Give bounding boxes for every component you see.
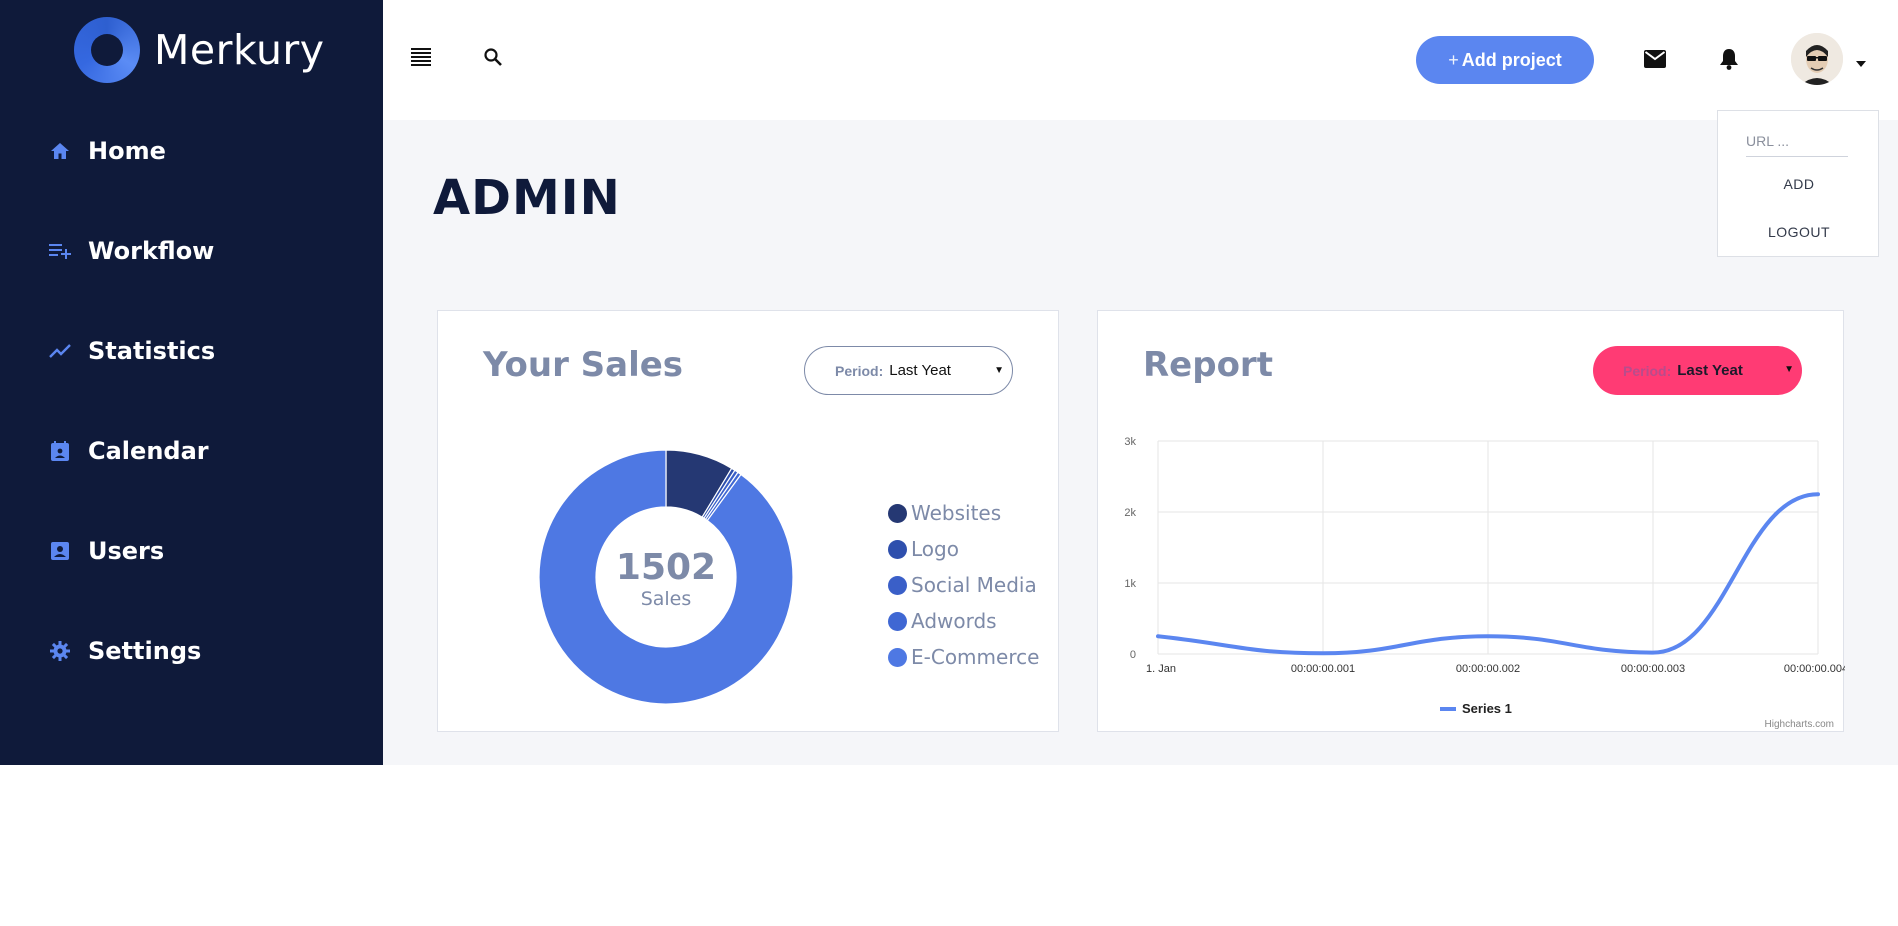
- legend-dot: [888, 539, 907, 559]
- donut-total-label: Sales: [640, 588, 692, 610]
- app-root: Merkury Home Workflow Statistics Calenda: [0, 0, 1898, 926]
- series-legend-swatch[interactable]: [1440, 707, 1456, 711]
- trending-up-icon: [49, 340, 71, 362]
- legend-item[interactable]: Websites: [888, 495, 1039, 531]
- page-title: ADMIN: [433, 170, 621, 226]
- legend-dot: [888, 575, 907, 595]
- caret-down-icon: ▼: [994, 365, 1004, 376]
- sidebar-item-statistics[interactable]: Statistics: [49, 331, 215, 371]
- logout-menu-item[interactable]: LOGOUT: [1718, 224, 1880, 240]
- legend-label: Websites: [911, 501, 1002, 525]
- series-legend-label[interactable]: Series 1: [1462, 701, 1512, 716]
- home-icon: [49, 140, 71, 162]
- main-content: ADMIN Your Sales Period: Last Yeat ▼ 150…: [383, 120, 1898, 765]
- sales-card: Your Sales Period: Last Yeat ▼ 1502 Sale…: [437, 310, 1059, 732]
- brand-logo[interactable]: Merkury: [74, 17, 325, 83]
- legend-item[interactable]: Adwords: [888, 603, 1039, 639]
- user-dropdown-menu: ADD LOGOUT: [1717, 110, 1879, 257]
- add-project-button[interactable]: + Add project: [1416, 36, 1594, 84]
- legend-dot: [888, 647, 907, 667]
- legend-dot: [888, 611, 907, 631]
- mail-icon[interactable]: [1644, 50, 1668, 70]
- sales-legend: Websites Logo Social Media Adwords E-Commerc…: [888, 495, 1039, 675]
- x-tick-label: 00:00:00.004: [1784, 663, 1845, 675]
- search-icon[interactable]: [483, 47, 505, 69]
- y-tick-label: 2k: [1124, 507, 1136, 519]
- sidebar-item-settings[interactable]: Settings: [49, 631, 201, 671]
- legend-item[interactable]: Logo: [888, 531, 1039, 567]
- sidebar-item-label: Calendar: [88, 437, 209, 465]
- y-tick-label: 0: [1130, 649, 1136, 661]
- add-menu-item[interactable]: ADD: [1718, 176, 1880, 192]
- legend-label: Social Media: [911, 573, 1037, 597]
- report-card: Report Period: Last Yeat ▼ 0 1k 2k 3k 1. Jan…: [1097, 310, 1845, 732]
- sidebar-item-label: Workflow: [88, 237, 215, 265]
- menu-icon[interactable]: [411, 47, 433, 69]
- account-box-icon: [49, 540, 71, 562]
- gear-icon: [49, 640, 71, 662]
- sales-card-title: Your Sales: [483, 345, 684, 385]
- chevron-down-icon[interactable]: [1855, 55, 1867, 67]
- legend-label: E-Commerce: [911, 645, 1040, 669]
- period-label: Period:: [835, 362, 884, 379]
- top-bar: + Add project: [383, 0, 1898, 120]
- sidebar-item-calendar[interactable]: Calendar: [49, 431, 209, 471]
- playlist-add-icon: [49, 240, 71, 262]
- legend-label: Adwords: [911, 609, 997, 633]
- sidebar-item-label: Settings: [88, 637, 202, 665]
- legend-item[interactable]: Social Media: [888, 567, 1039, 603]
- legend-item[interactable]: E-Commerce: [888, 639, 1039, 675]
- sidebar-item-users[interactable]: Users: [49, 531, 164, 571]
- sidebar-item-label: Home: [88, 137, 166, 165]
- report-line-chart: 0 1k 2k 3k 1. Jan 00:00:00.001 00:00:00.002 00:…: [1124, 436, 1845, 730]
- sidebar-item-workflow[interactable]: Workflow: [49, 231, 214, 271]
- avatar[interactable]: [1791, 33, 1843, 85]
- y-tick-label: 1k: [1124, 578, 1136, 590]
- add-project-plus: +: [1448, 49, 1459, 70]
- period-value: Last Yeat: [889, 362, 951, 379]
- sidebar-item-home[interactable]: Home: [49, 131, 166, 171]
- brand-name: Merkury: [154, 26, 325, 74]
- sidebar-item-label: Statistics: [88, 337, 216, 365]
- add-project-label: Add project: [1461, 49, 1562, 70]
- y-tick-label: 3k: [1124, 436, 1136, 448]
- x-tick-label: 00:00:00.003: [1621, 663, 1685, 675]
- donut-total: 1502: [615, 547, 717, 588]
- x-tick-label: 1. Jan: [1146, 663, 1176, 675]
- legend-label: Logo: [911, 537, 959, 561]
- legend-dot: [888, 503, 907, 523]
- calendar-icon: [49, 440, 71, 462]
- logo-ring-icon: [74, 17, 140, 83]
- bell-icon[interactable]: [1719, 48, 1741, 72]
- sidebar-item-label: Users: [88, 537, 165, 565]
- sidebar: Merkury Home Workflow Statistics Calenda: [0, 0, 383, 765]
- url-input[interactable]: [1746, 125, 1848, 157]
- sales-period-select[interactable]: Period: Last Yeat ▼: [804, 346, 1013, 395]
- x-tick-label: 00:00:00.001: [1291, 663, 1355, 675]
- highcharts-credits-link[interactable]: Highcharts.com: [1765, 719, 1834, 730]
- x-tick-label: 00:00:00.002: [1456, 663, 1520, 675]
